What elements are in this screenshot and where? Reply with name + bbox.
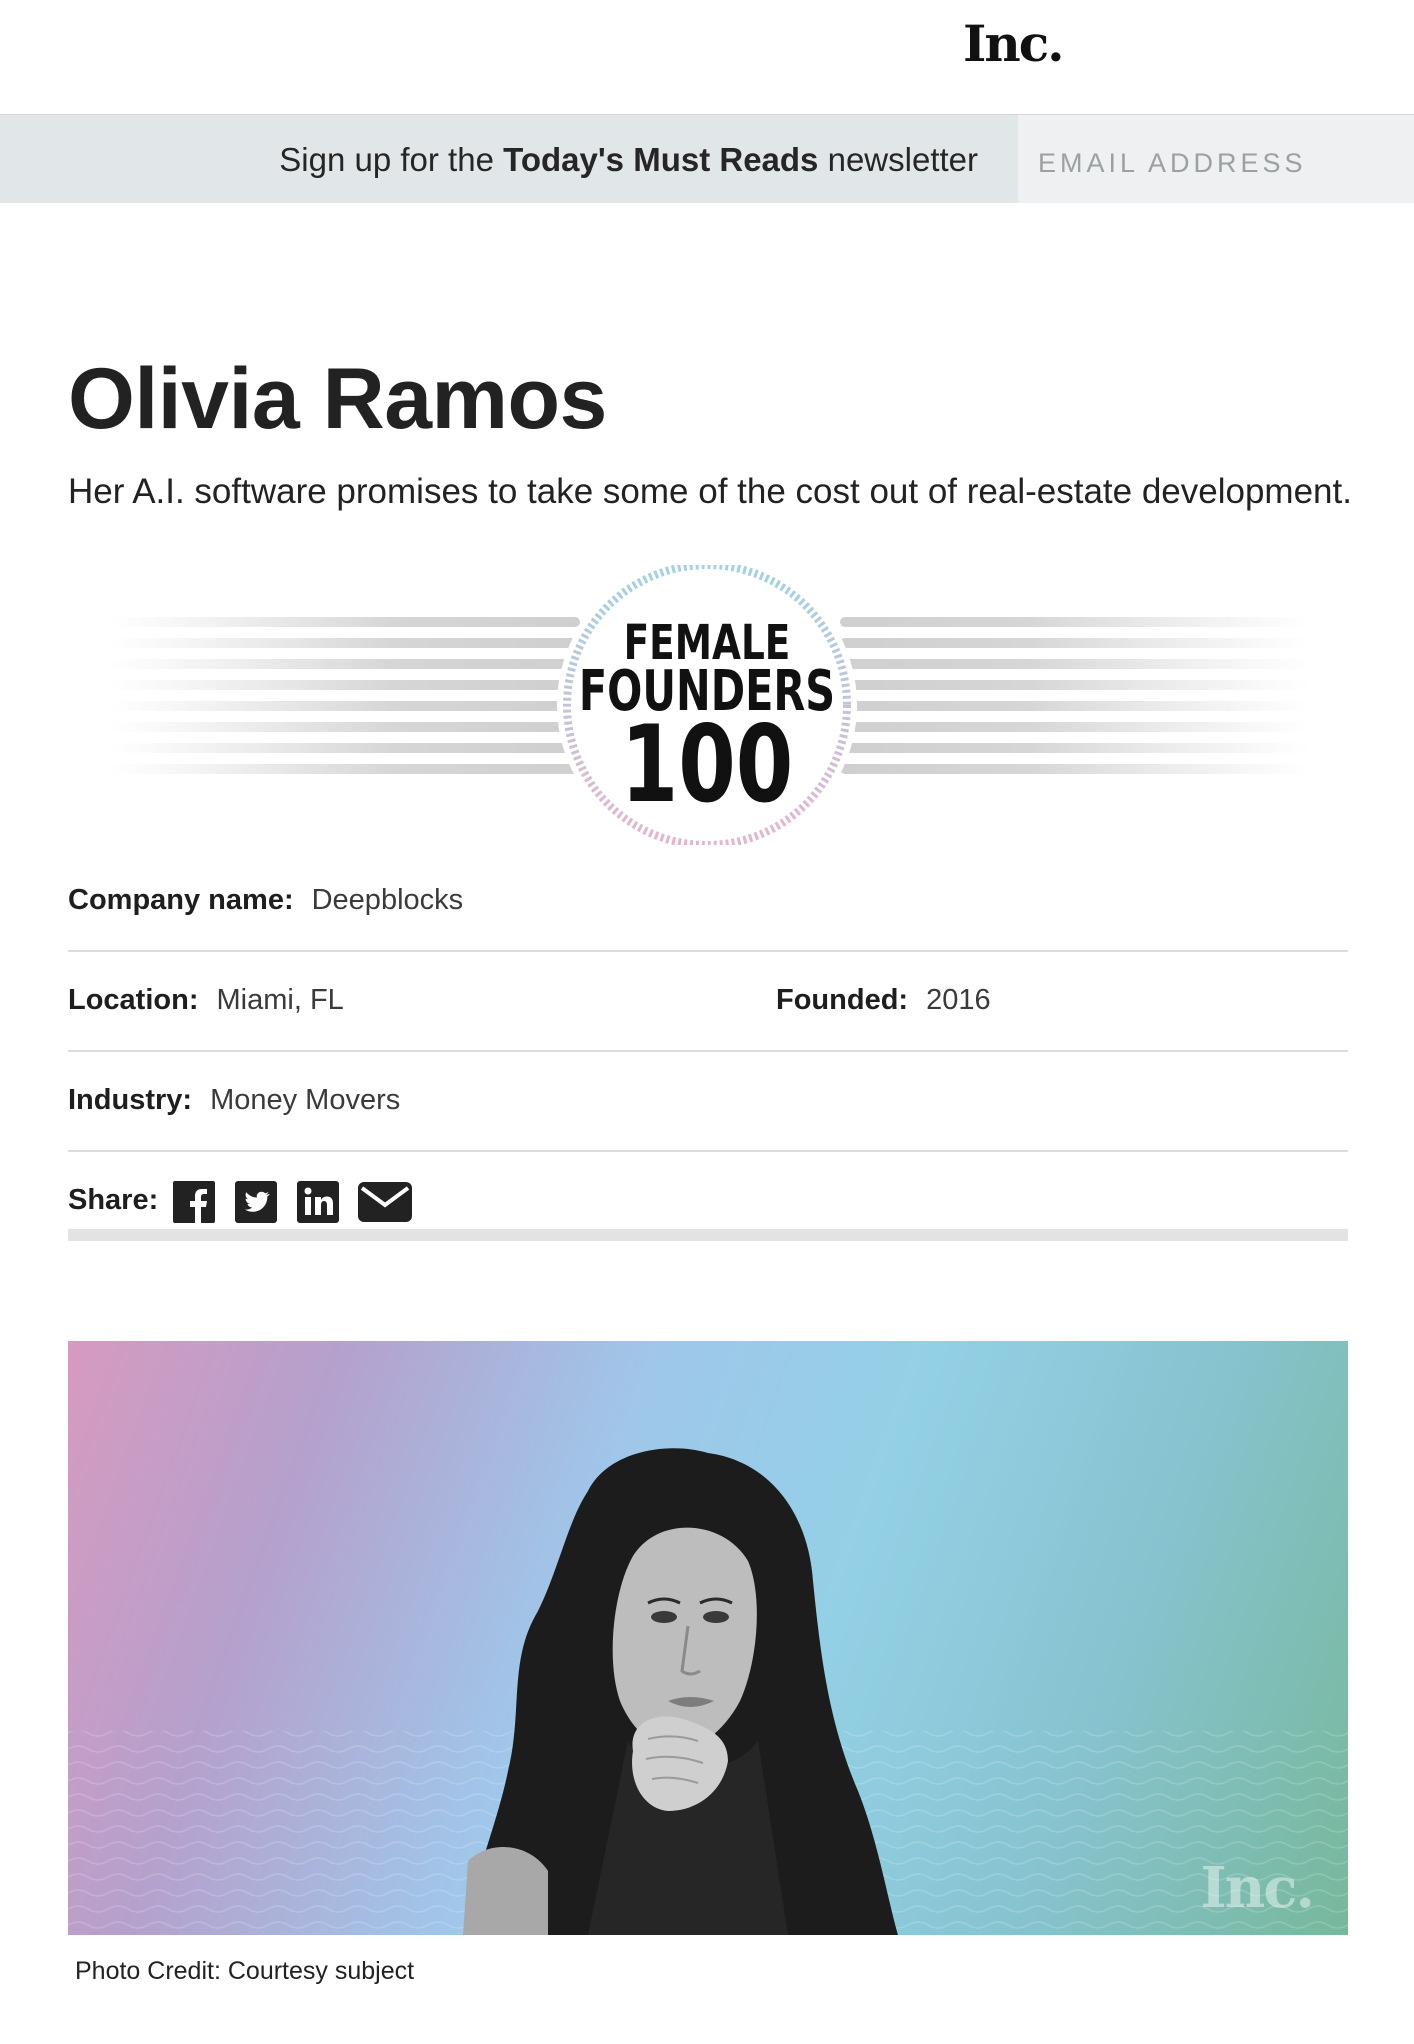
email-field-wrapper [1018,115,1414,203]
badge-lines-left [110,617,580,774]
inc-watermark: Inc. [1200,1855,1313,1921]
divider [68,1150,1348,1152]
divider [68,1050,1348,1052]
industry-row: Industry: Money Movers [68,1084,1348,1117]
founded-label: Founded: [776,984,909,1016]
location-label: Location: [68,984,199,1016]
location-value: Miami, FL [216,984,344,1016]
twitter-icon[interactable] [234,1180,278,1224]
photo-credit: Photo Credit: Courtesy subject [75,1957,415,1985]
location-founded-row: Location: Miami, FL Founded: 2016 [68,984,1348,1017]
industry-value: Money Movers [210,1084,401,1116]
founded-value: 2016 [926,984,991,1016]
profile-photo: Inc. [68,1341,1348,1935]
share-label: Share: [68,1184,159,1216]
newsletter-suffix: newsletter [818,141,978,178]
email-field[interactable] [1018,115,1414,203]
page-subtitle: Her A.I. software promises to take some … [68,472,1352,511]
divider [68,950,1348,952]
facebook-icon[interactable] [172,1180,216,1224]
founded-field: Founded: 2016 [776,984,991,1017]
newsletter-name: Today's Must Reads [503,141,819,178]
company-value: Deepblocks [311,884,464,916]
inc-logo[interactable]: Inc. [963,14,1065,73]
portrait-shoulder [463,1847,548,1935]
share-icons [172,1180,412,1224]
badge-lines-right [840,617,1310,774]
female-founders-badge: FEMALE FOUNDERS 100 [100,565,1320,845]
company-label: Company name: [68,884,294,916]
industry-label: Industry: [68,1084,193,1116]
newsletter-prompt: Sign up for the Today's Must Reads newsl… [279,141,978,179]
photo-illustration: Inc. [68,1448,1348,1935]
newsletter-bar: Sign up for the Today's Must Reads newsl… [0,115,1414,203]
newsletter-prefix: Sign up for the [279,141,504,178]
site-header: Inc. [0,0,1414,115]
badge-line-3: 100 [621,704,794,827]
linkedin-icon[interactable] [296,1180,340,1224]
section-divider [68,1229,1348,1241]
email-icon[interactable] [358,1180,412,1224]
page-title: Olivia Ramos [68,351,607,447]
company-row: Company name: Deepblocks [68,884,1348,917]
